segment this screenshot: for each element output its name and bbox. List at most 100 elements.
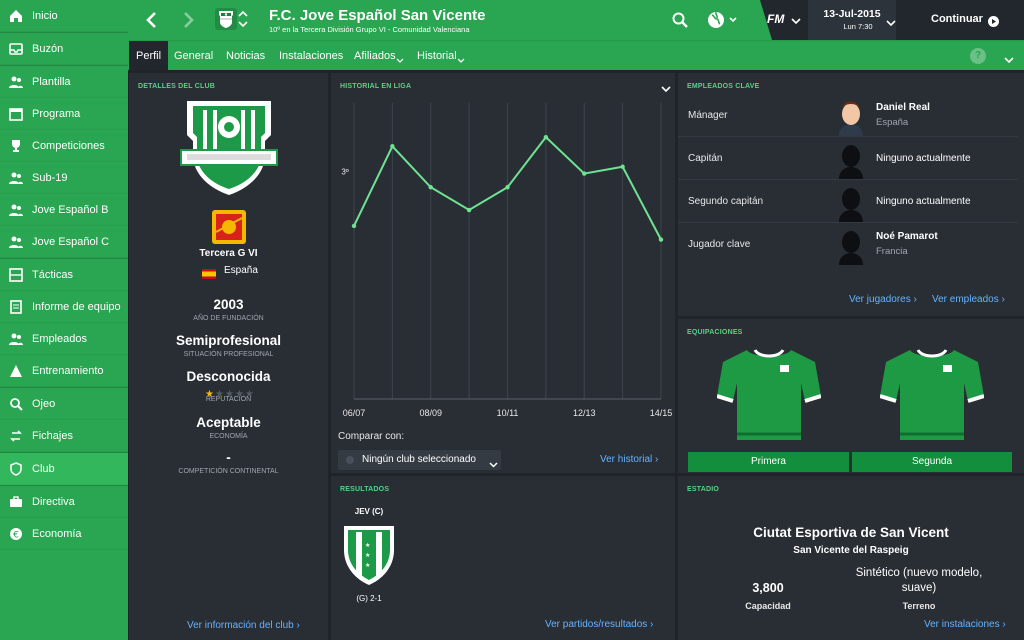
help-icon[interactable]: ? (970, 48, 986, 64)
finances-icon: € (8, 526, 24, 542)
vice-captain-name: Ninguno actualmente (876, 196, 971, 207)
search-icon[interactable] (671, 11, 689, 34)
compare-dropdown[interactable]: Ningún club seleccionado (338, 450, 501, 470)
compare-value: Ningún club seleccionado (362, 454, 476, 465)
x-tick-label: 06/07 (343, 408, 366, 418)
board-icon (8, 494, 24, 510)
status-label: SITUACIÓN PROFESIONAL (183, 351, 274, 358)
data-point (428, 185, 433, 190)
tab-general[interactable]: General (174, 41, 213, 71)
results-link[interactable]: Ver partidos/resultados › (545, 619, 653, 630)
fm-menu[interactable]: FM (767, 12, 784, 26)
division-name[interactable]: Tercera G VI (129, 248, 328, 259)
forward-icon[interactable] (182, 11, 196, 34)
scouting-icon (8, 396, 24, 412)
club-switch-icon[interactable] (238, 8, 248, 35)
club-details-panel: DETALLES DEL CLUB Tercera G VI España 20… (129, 73, 328, 640)
data-point (505, 185, 510, 190)
sidebar-item-directiva[interactable]: Directiva (0, 486, 128, 518)
continental-value: - (226, 450, 231, 465)
league-history-chart: 06/07 08/09 10/11 12/13 14/15 3º (341, 103, 672, 418)
staff-row-manager[interactable]: Mánager Daniel Real España (678, 94, 1018, 137)
away-shirt-icon (879, 346, 985, 447)
sidebar-item-fichajes[interactable]: Fichajes (0, 420, 128, 452)
manager-name[interactable]: Daniel Real (876, 102, 930, 113)
x-tick-label: 08/09 (419, 408, 442, 418)
data-point (658, 237, 664, 242)
schedule-icon (8, 106, 24, 122)
key-staff-panel: EMPLEADOS CLAVE Mánager Daniel Real Espa… (678, 73, 1024, 316)
staff-row-key-player[interactable]: Jugador clave Noé Pamarot Francia (678, 223, 1018, 266)
opponent-crest-icon[interactable]: ★ ★ ★ (342, 523, 396, 592)
tab-bar: Perfil General Noticias Instalaciones Af… (128, 40, 1024, 71)
page-title: F.C. Jove Español San Vicente (269, 7, 486, 24)
continue-button[interactable]: Continuar (931, 13, 983, 25)
facilities-link[interactable]: Ver instalaciones › (924, 619, 1006, 630)
data-point (543, 134, 549, 140)
compare-label: Comparar con: (338, 431, 405, 442)
staff-row-vice-captain[interactable]: Segundo capitán Ninguno actualmente (678, 180, 1018, 223)
continental-label: COMPETICIÓN CONTINENTAL (178, 468, 279, 475)
league-history-panel: HISTORIAL EN LIGA 06/07 08/09 10/11 12/13 14… (331, 73, 675, 473)
sidebar-item-tacticas[interactable]: Tácticas (0, 259, 128, 291)
results-panel: RESULTADOS JEV (C) ★ ★ ★ (G) 2-1 Ver parti… (331, 476, 675, 640)
club-details-heading: DETALLES DEL CLUB (138, 83, 216, 90)
sidebar-item-competiciones[interactable]: Competiciones (0, 130, 128, 162)
sidebar-item-ojeo[interactable]: Ojeo (0, 388, 128, 420)
home-kit-button[interactable]: Primera (688, 452, 849, 472)
historial-chevron-icon (457, 52, 465, 70)
reputation-value: Desconocida (186, 369, 271, 384)
tab-noticias[interactable]: Noticias (226, 41, 265, 71)
data-point (351, 223, 357, 229)
kits-heading: EQUIPACIONES (687, 329, 743, 336)
globe-icon[interactable] (707, 10, 739, 35)
tab-perfil[interactable]: Perfil (129, 41, 169, 71)
history-link[interactable]: Ver historial › (600, 454, 658, 465)
economy-value: Aceptable (196, 415, 261, 430)
sidebar-item-club[interactable]: Club (0, 453, 128, 485)
back-icon[interactable] (144, 11, 158, 34)
sidebar-item-informe[interactable]: Informe de equipo (0, 291, 128, 323)
reputation-label: REPUTACIÓN (205, 396, 252, 403)
sidebar-item-inicio[interactable]: Inicio (0, 0, 128, 32)
competition-logo-icon (211, 209, 247, 250)
home-icon (8, 8, 24, 24)
silhouette-icon (836, 141, 866, 184)
staff-icon (8, 331, 24, 347)
sidebar-item-sub19[interactable]: Sub-19 (0, 162, 128, 194)
sidebar: Inicio Buzón Plantilla Programa Competic… (0, 0, 128, 640)
surface-value: Sintético (nuevo modelo, suave) (855, 567, 983, 594)
sidebar-item-jove-c[interactable]: Jove Español C (0, 226, 128, 258)
club-info-link[interactable]: Ver información del club › (187, 620, 300, 631)
training-icon (8, 363, 24, 379)
play-icon[interactable] (988, 14, 999, 32)
sidebar-item-entrenamiento[interactable]: Entrenamiento (0, 355, 128, 387)
capacity-value: 3,800 (752, 581, 784, 595)
tab-instalaciones[interactable]: Instalaciones (279, 41, 343, 71)
sidebar-item-jove-b[interactable]: Jove Español B (0, 194, 128, 226)
away-kit-button[interactable]: Segunda (852, 452, 1012, 472)
staff-row-captain[interactable]: Capitán Ninguno actualmente (678, 137, 1018, 180)
y-tick-label: 3º (341, 167, 348, 176)
tab-afiliados[interactable]: Afiliados (354, 41, 396, 71)
sidebar-item-empleados[interactable]: Empleados (0, 323, 128, 355)
result-opponent: JEV (C) (354, 507, 384, 516)
chevron-down-icon[interactable] (791, 13, 801, 31)
svg-text:★: ★ (365, 542, 370, 549)
players-link[interactable]: Ver jugadores › (849, 294, 917, 305)
staff-heading: EMPLEADOS CLAVE (687, 83, 760, 90)
data-point (466, 207, 472, 213)
tab-historial[interactable]: Historial (417, 41, 457, 71)
sidebar-item-buzon[interactable]: Buzón (0, 33, 128, 65)
sidebar-item-plantilla[interactable]: Plantilla (0, 66, 128, 98)
stadium-panel: ESTADIO Ciutat Esportiva de San Vicent S… (678, 476, 1024, 640)
sidebar-item-economia[interactable]: € Economía (0, 518, 128, 550)
dropdown-chevron-icon (489, 456, 498, 474)
tabs-chevron-icon[interactable] (1004, 52, 1014, 70)
sidebar-item-programa[interactable]: Programa (0, 98, 128, 130)
key-player-name[interactable]: Noé Pamarot (876, 231, 938, 242)
staff-link[interactable]: Ver empleados › (932, 294, 1005, 305)
date-chevron-icon[interactable] (886, 15, 896, 33)
club-badge-icon[interactable] (214, 7, 238, 36)
game-date: 13-Jul-2015 (823, 8, 881, 20)
